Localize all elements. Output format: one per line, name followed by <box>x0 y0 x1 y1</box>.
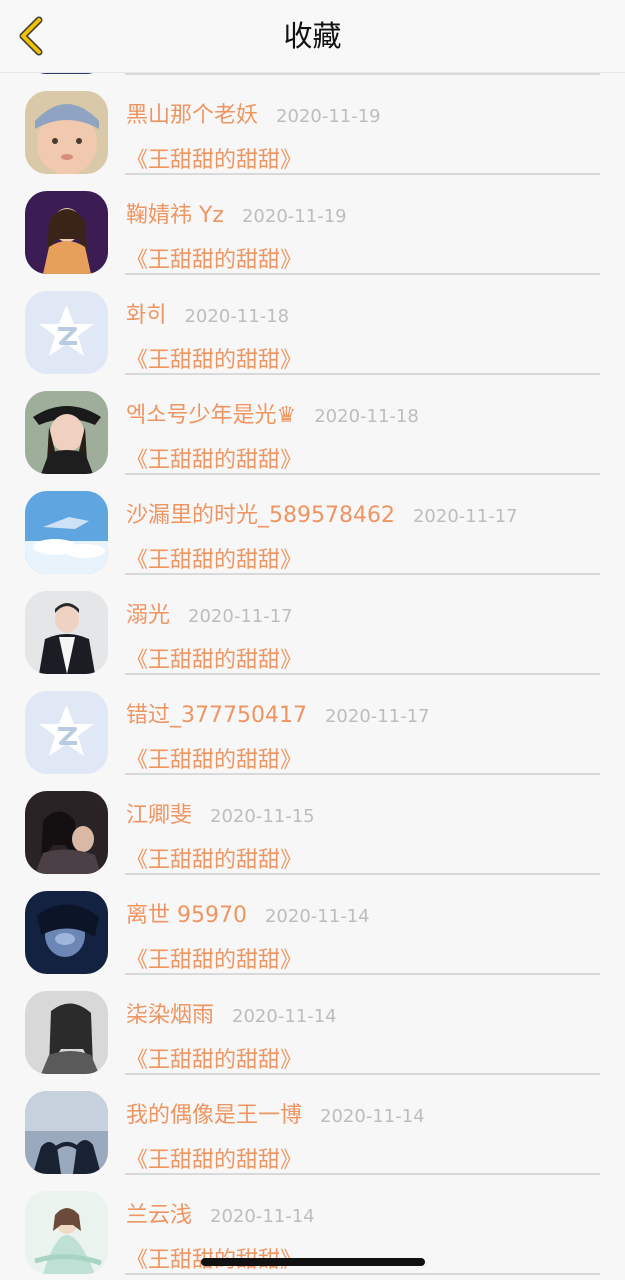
user-name[interactable]: 溺光 <box>126 597 170 629</box>
avatar[interactable] <box>25 1191 108 1274</box>
favorite-date: 2020-11-14 <box>232 1006 337 1027</box>
book-title[interactable]: 《王甜甜的甜甜》 <box>126 442 302 474</box>
user-name[interactable]: 江卿斐 <box>126 797 192 829</box>
avatar[interactable] <box>25 491 108 574</box>
home-indicator[interactable] <box>201 1258 425 1266</box>
user-name[interactable]: 离世 95970 <box>126 897 247 929</box>
favorite-date: 2020-11-14 <box>264 906 370 927</box>
page-title: 收藏 <box>283 19 342 53</box>
list-item[interactable]: 错过_377750417 2020-11-17 《王甜甜的甜甜》 <box>0 673 625 775</box>
favorite-date: 2020-11-19 <box>241 206 347 227</box>
favorite-date: 2020-11-18 <box>184 306 290 327</box>
favorite-date: 2020-11-17 <box>188 606 293 627</box>
avatar[interactable] <box>25 91 108 174</box>
book-title[interactable]: 《王甜甜的甜甜》 <box>126 842 302 874</box>
user-name[interactable]: 화히 <box>126 297 166 329</box>
favorite-date: 2020-11-15 <box>210 806 315 827</box>
book-title[interactable]: 《王甜甜的甜甜》 <box>126 542 302 574</box>
favorites-list: 黑山那个老妖 2020-11-19 《王甜甜的甜甜》 鞠婧祎 Yz 2020-1… <box>0 0 625 1275</box>
book-title[interactable]: 《王甜甜的甜甜》 <box>126 1042 302 1074</box>
list-item[interactable]: 柒染烟雨 2020-11-14 《王甜甜的甜甜》 <box>0 973 625 1075</box>
list-item[interactable]: 江卿斐 2020-11-15 《王甜甜的甜甜》 <box>0 773 625 875</box>
list-item[interactable]: 鞠婧祎 Yz 2020-11-19 《王甜甜的甜甜》 <box>0 173 625 275</box>
default-qq-avatar-icon[interactable] <box>25 291 108 374</box>
list-item[interactable]: 黑山那个老妖 2020-11-19 《王甜甜的甜甜》 <box>0 73 625 175</box>
book-title[interactable]: 《王甜甜的甜甜》 <box>126 142 302 174</box>
avatar[interactable] <box>25 391 108 474</box>
book-title[interactable]: 《王甜甜的甜甜》 <box>126 942 302 974</box>
user-name[interactable]: 我的偶像是王一博 <box>126 1097 302 1129</box>
list-item[interactable]: 沙漏里的时光_589578462 2020-11-17 《王甜甜的甜甜》 <box>0 473 625 575</box>
avatar[interactable] <box>25 991 108 1074</box>
avatar[interactable] <box>25 891 108 974</box>
favorite-date: 2020-11-17 <box>324 706 430 727</box>
user-name[interactable]: 兰云浅 <box>126 1197 192 1229</box>
navigation-bar: 收藏 <box>0 0 625 73</box>
list-item[interactable]: 离世 95970 2020-11-14 《王甜甜的甜甜》 <box>0 873 625 975</box>
user-name[interactable]: 黑山那个老妖 <box>126 97 258 129</box>
divider <box>125 1273 600 1275</box>
default-qq-avatar-icon[interactable] <box>25 691 108 774</box>
avatar[interactable] <box>25 1091 108 1174</box>
favorite-date: 2020-11-14 <box>320 1106 425 1127</box>
favorite-date: 2020-11-19 <box>276 106 381 127</box>
user-name[interactable]: 错过_377750417 <box>126 697 307 729</box>
user-name[interactable]: 鞠婧祎 Yz <box>126 197 224 229</box>
avatar[interactable] <box>25 591 108 674</box>
book-title[interactable]: 《王甜甜的甜甜》 <box>126 342 302 374</box>
favorite-date: 2020-11-18 <box>314 406 419 427</box>
user-name[interactable]: 沙漏里的时光_589578462 <box>126 497 395 529</box>
avatar[interactable] <box>25 791 108 874</box>
book-title[interactable]: 《王甜甜的甜甜》 <box>126 742 302 774</box>
favorite-date: 2020-11-17 <box>412 506 518 527</box>
user-name[interactable]: 엑소号少年是光♛ <box>126 397 296 429</box>
list-item[interactable]: 我的偶像是王一博 2020-11-14 《王甜甜的甜甜》 <box>0 1073 625 1175</box>
book-title[interactable]: 《王甜甜的甜甜》 <box>126 242 302 274</box>
user-name[interactable]: 柒染烟雨 <box>126 997 214 1029</box>
list-item[interactable]: 화히 2020-11-18 《王甜甜的甜甜》 <box>0 273 625 375</box>
avatar[interactable] <box>25 191 108 274</box>
list-item[interactable]: 溺光 2020-11-17 《王甜甜的甜甜》 <box>0 573 625 675</box>
list-item[interactable]: 엑소号少年是光♛ 2020-11-18 《王甜甜的甜甜》 <box>0 373 625 475</box>
book-title[interactable]: 《王甜甜的甜甜》 <box>126 642 302 674</box>
favorite-date: 2020-11-14 <box>210 1206 315 1227</box>
book-title[interactable]: 《王甜甜的甜甜》 <box>126 1142 302 1174</box>
